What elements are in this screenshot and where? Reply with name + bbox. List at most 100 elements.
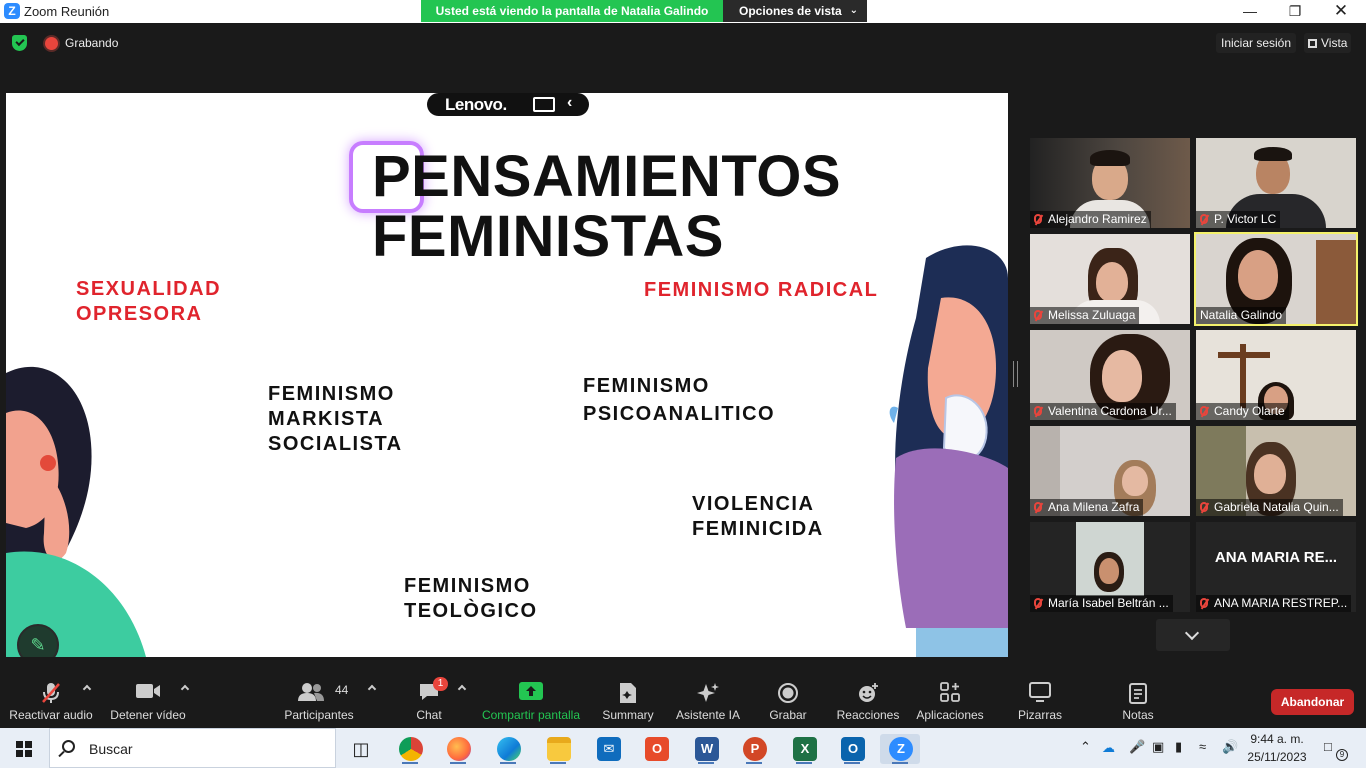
microphone-icon[interactable]: 🎤 — [1129, 739, 1145, 755]
whiteboard-icon — [1029, 682, 1051, 702]
taskbar-file-explorer[interactable] — [538, 734, 578, 764]
woman-illustration-left — [6, 366, 146, 657]
close-button[interactable]: ✕ — [1318, 0, 1364, 22]
mic-off-icon — [1200, 598, 1208, 608]
cloud-icon[interactable]: ☁ — [1102, 740, 1115, 756]
participant-name: María Isabel Beltrán ... — [1030, 595, 1173, 612]
participant-tile-active-speaker[interactable]: Natalia Galindo — [1194, 232, 1358, 326]
taskbar-firefox[interactable] — [438, 734, 478, 764]
label-feminismo-radical: FEMINISMO RADICAL — [644, 279, 879, 301]
title-bar: Z Zoom Reunión Usted está viendo la pant… — [0, 0, 1366, 23]
windows-taskbar: Buscar ◫ ✉ O W P X O Z ⌃ ☁ 🎤 ▣ ▮ ≈ 🔊 — [0, 728, 1366, 768]
ai-assistant-button[interactable]: Asistente IA — [672, 670, 744, 728]
record-button[interactable]: Grabar — [760, 670, 816, 728]
share-screen-icon — [519, 682, 543, 700]
leave-meeting-button[interactable]: Abandonar — [1271, 689, 1354, 715]
summary-button[interactable]: Summary — [596, 670, 660, 728]
participant-tile[interactable]: Melissa Zuluaga — [1030, 234, 1190, 324]
clock-date[interactable]: 25/11/2023 — [1247, 750, 1307, 764]
speaker-icon[interactable]: 🔊 — [1222, 739, 1238, 755]
participant-name: Candy Olarte — [1196, 403, 1289, 420]
participant-name: P. Victor LC — [1196, 211, 1281, 228]
edge-icon — [497, 737, 521, 761]
wifi-icon[interactable]: ≈ — [1199, 739, 1206, 754]
signin-button[interactable]: Iniciar sesión — [1216, 33, 1297, 53]
apps-button[interactable]: Aplicaciones — [912, 670, 988, 728]
slide-title-line2: FEMINISTAS — [372, 204, 724, 269]
taskbar-search-box[interactable]: Buscar — [49, 728, 336, 768]
word-icon: W — [695, 737, 719, 761]
taskbar-powerpoint[interactable]: P — [734, 734, 774, 764]
windows-start-icon[interactable] — [16, 741, 32, 757]
participant-tile[interactable]: Candy Olarte — [1196, 330, 1356, 420]
taskbar-outlook[interactable]: O — [832, 734, 872, 764]
chevron-left-icon[interactable]: ‹ — [567, 94, 572, 112]
apps-grid-icon — [940, 682, 960, 702]
presenter-toolbar[interactable]: Lenovo. ‹ — [427, 93, 589, 116]
participant-name: Gabriela Natalia Quin... — [1196, 499, 1343, 516]
task-view-button[interactable]: ◫ — [340, 734, 380, 764]
view-label: Vista — [1321, 36, 1348, 50]
mic-off-icon — [1034, 406, 1042, 416]
participant-tile[interactable]: ANA MARIA RE... ANA MARIA RESTREP... — [1196, 522, 1356, 612]
window-title: Zoom Reunión — [24, 4, 110, 19]
split-resize-handle[interactable] — [1013, 361, 1018, 387]
label-sexualidad-opresora: SEXUALIDAD OPRESORA — [76, 278, 222, 325]
ai-label: Asistente IA — [675, 708, 741, 722]
grid-icon[interactable] — [533, 97, 555, 112]
folder-icon — [547, 737, 571, 761]
label-feminismo-psicoanalitico: FEMINISMO PSICOANALITICO — [583, 375, 776, 425]
participant-tile[interactable]: Valentina Cardona Ur... — [1030, 330, 1190, 420]
taskbar-zoom[interactable]: Z — [880, 734, 920, 764]
minimize-button[interactable]: — — [1227, 0, 1273, 22]
share-screen-button[interactable]: Compartir pantalla — [478, 670, 584, 728]
participant-tile[interactable]: P. Victor LC — [1196, 138, 1356, 228]
taskbar-excel[interactable]: X — [784, 734, 824, 764]
maximize-button[interactable]: ❐ — [1272, 0, 1318, 22]
unmute-audio-button[interactable]: Reactivar audio — [6, 670, 96, 728]
taskbar-word[interactable]: W — [686, 734, 726, 764]
recording-label[interactable]: Grabando — [65, 36, 118, 50]
taskbar-office[interactable]: O — [636, 734, 676, 764]
participant-tile[interactable]: Alejandro Ramirez — [1030, 138, 1190, 228]
participants-button[interactable]: 44 Participantes — [280, 670, 358, 728]
gallery-next-page-button[interactable] — [1156, 619, 1230, 651]
chat-button[interactable]: 1 Chat — [404, 670, 454, 728]
participant-tile[interactable]: María Isabel Beltrán ... — [1030, 522, 1190, 612]
notes-button[interactable]: Notas — [1110, 670, 1166, 728]
chevron-up-icon[interactable]: ⌃ — [1080, 739, 1091, 755]
recording-icon — [45, 37, 58, 50]
taskbar-mail[interactable]: ✉ — [588, 734, 628, 764]
mic-off-icon — [1200, 502, 1208, 512]
view-options-label: Opciones de vista — [739, 4, 842, 18]
participant-tile[interactable]: Gabriela Natalia Quin... — [1196, 426, 1356, 516]
reactions-label: Reacciones — [836, 708, 900, 722]
view-button[interactable]: Vista — [1304, 33, 1352, 53]
chat-badge: 1 — [433, 677, 448, 691]
view-options-button[interactable]: Opciones de vista ⌄ — [723, 0, 867, 22]
woman-illustration-right — [889, 245, 1008, 657]
zoom-logo-icon: Z — [4, 3, 20, 19]
taskbar-edge[interactable] — [488, 734, 528, 764]
label-feminismo-teologico: FEMINISMO TEOLÒGICO — [404, 575, 538, 622]
notes-icon — [1129, 683, 1147, 704]
whiteboards-button[interactable]: Pizarras — [1012, 670, 1068, 728]
chat-options-caret[interactable] — [457, 684, 467, 694]
summary-document-icon — [620, 683, 636, 703]
participant-tile[interactable]: Ana Milena Zafra — [1030, 426, 1190, 516]
participants-options-caret[interactable] — [367, 684, 377, 694]
stop-video-button[interactable]: Detener vídeo — [104, 670, 192, 728]
taskbar-chrome[interactable] — [390, 734, 430, 764]
clock-time[interactable]: 9:44 a. m. — [1249, 732, 1305, 746]
participant-name: Valentina Cardona Ur... — [1030, 403, 1176, 420]
notifications-icon[interactable]: □ — [1324, 739, 1332, 754]
security-icon[interactable]: ▣ — [1152, 739, 1164, 755]
mic-off-icon — [1034, 502, 1042, 512]
participant-name: ANA MARIA RESTREP... — [1196, 595, 1352, 612]
battery-icon[interactable]: ▮ — [1175, 739, 1182, 755]
grid-icon — [1308, 39, 1317, 48]
powerpoint-icon: P — [743, 737, 767, 761]
meeting-top-bar: Grabando Iniciar sesión Vista — [0, 23, 1366, 63]
reactions-button[interactable]: Reacciones — [834, 670, 902, 728]
shield-icon[interactable] — [12, 35, 27, 51]
